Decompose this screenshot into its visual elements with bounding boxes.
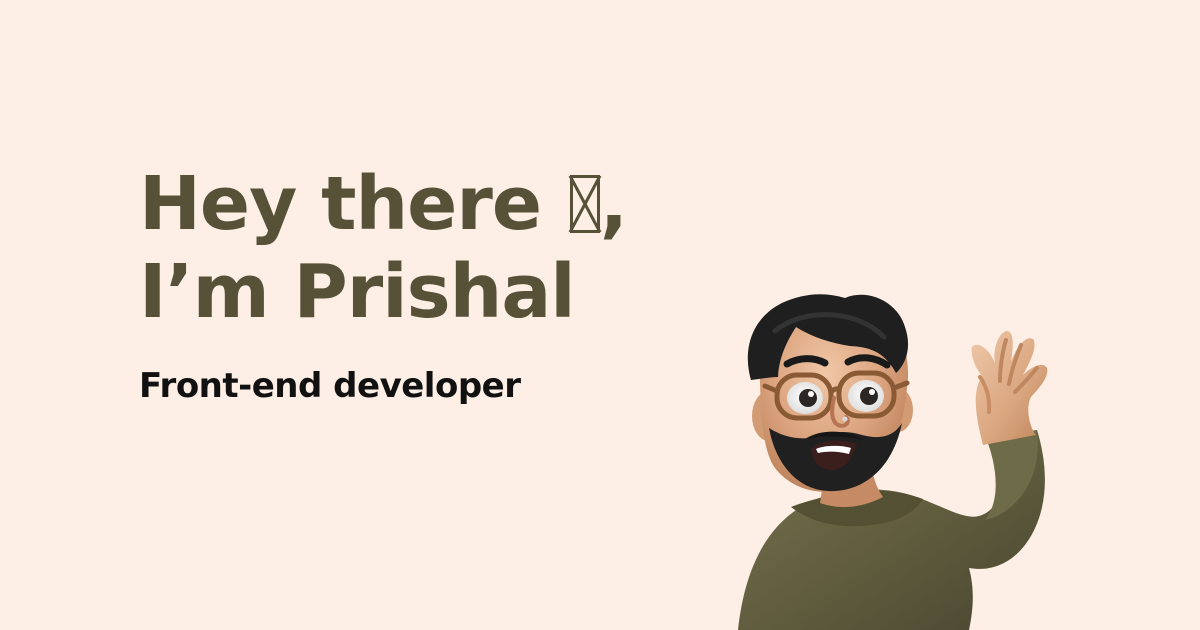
waving-avatar-icon bbox=[700, 285, 1100, 630]
missing-glyph-icon bbox=[569, 175, 600, 233]
greeting-comma: , bbox=[599, 161, 628, 247]
role-text: Front-end developer bbox=[139, 366, 521, 406]
greeting-text: Hey there bbox=[139, 161, 566, 247]
page-title: Hey there , I’m Prishal bbox=[139, 160, 759, 336]
intro-text: Hey there , I’m Prishal Front-end develo… bbox=[139, 160, 759, 408]
name-line: I’m Prishal bbox=[139, 249, 576, 335]
intro-card: Hey there , I’m Prishal Front-end develo… bbox=[0, 0, 1200, 630]
greeting-line: Hey there , bbox=[139, 160, 759, 248]
